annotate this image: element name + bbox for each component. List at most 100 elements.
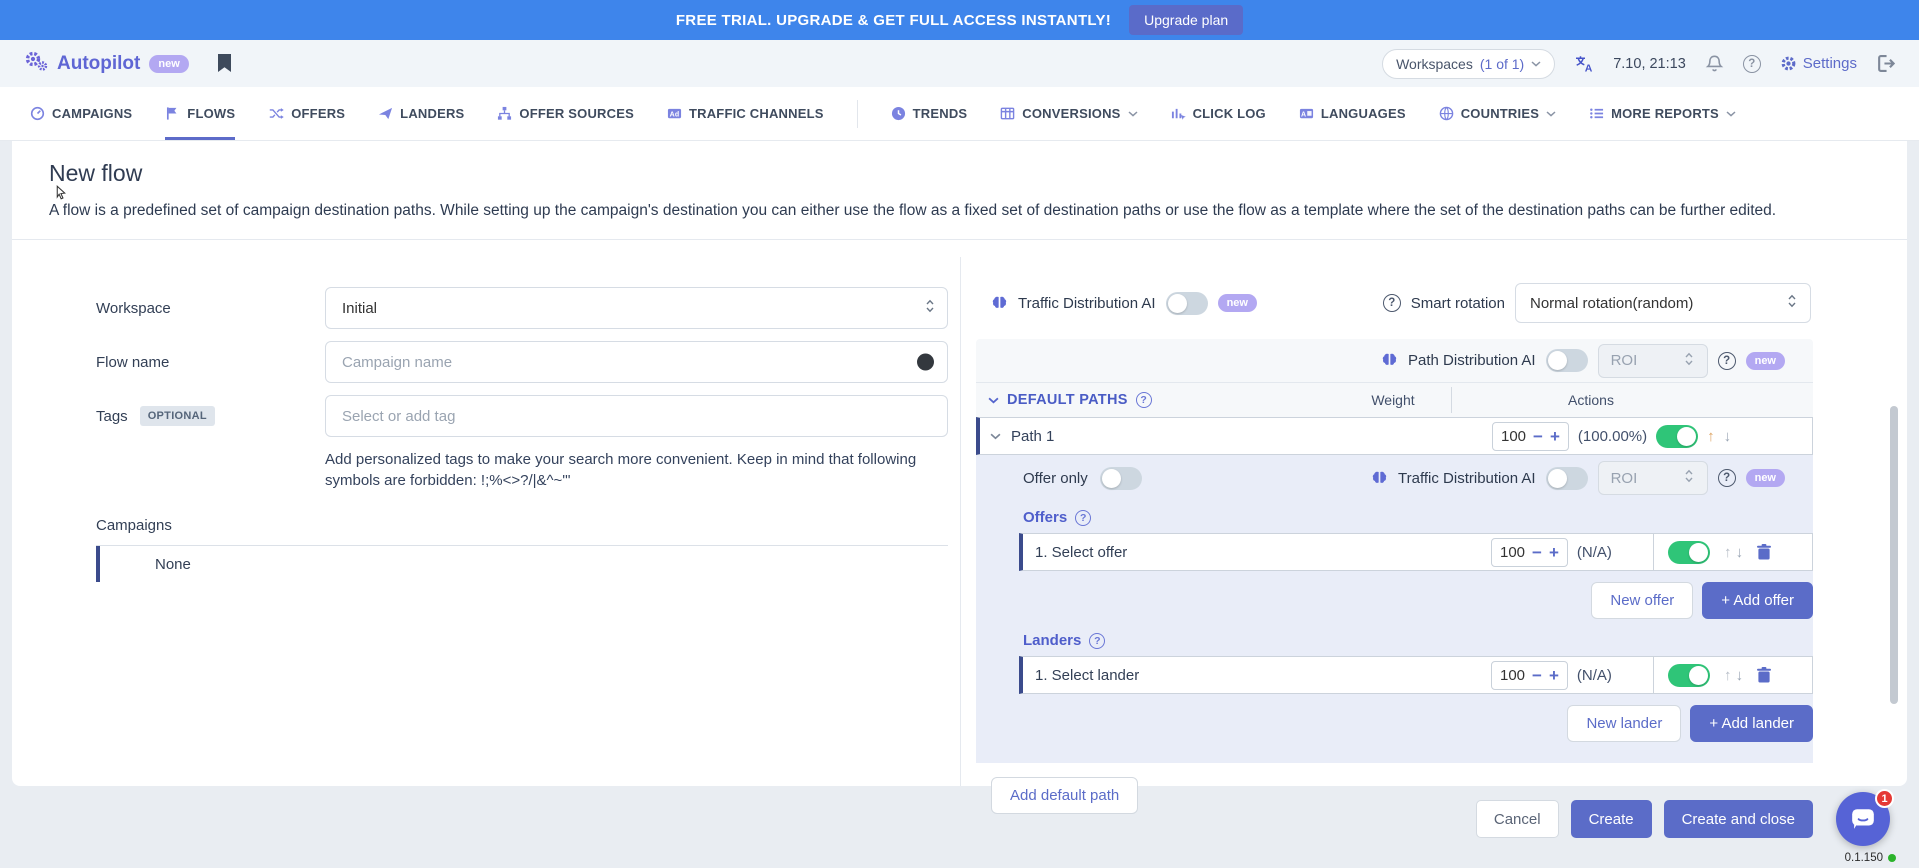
create-button[interactable]: Create (1571, 800, 1652, 838)
weight-plus-button[interactable]: + (1549, 667, 1559, 684)
offer-weight-stepper: 100 − + (1491, 538, 1568, 567)
brand[interactable]: Autopilot new (24, 50, 189, 77)
weight-plus-button[interactable]: + (1550, 428, 1560, 445)
nav-campaigns[interactable]: CAMPAIGNS (30, 87, 132, 140)
weight-column-header: Weight (1348, 392, 1438, 408)
offer-enabled-toggle[interactable] (1668, 541, 1710, 564)
nav-landers[interactable]: LANDERS (378, 87, 464, 140)
default-paths-toggle[interactable]: DEFAULT PATHS ? (988, 392, 1152, 408)
path-ai-roi-select[interactable]: ROI (1598, 344, 1708, 378)
offer-only-toggle[interactable] (1100, 467, 1142, 490)
nav-conversions[interactable]: CONVERSIONS (1000, 87, 1137, 140)
translate-icon[interactable]: A (1574, 54, 1594, 73)
inner-traffic-ai-label: Traffic Distribution AI (1398, 470, 1536, 487)
notifications-bell-icon[interactable] (1705, 54, 1724, 73)
weight-minus-button[interactable]: − (1533, 428, 1543, 445)
nav-trends[interactable]: TRENDS (891, 87, 968, 140)
nav-offer-sources[interactable]: OFFER SOURCES (497, 87, 634, 140)
nav-more-reports[interactable]: MORE REPORTS (1589, 87, 1736, 140)
add-offer-button[interactable]: + Add offer (1702, 582, 1813, 619)
page-head: New flow A flow is a predefined set of c… (12, 141, 1907, 240)
offer-row[interactable]: 1. Select offer 100 − + (N/A) (1019, 533, 1813, 571)
brain-ai-icon (1371, 470, 1388, 487)
help-icon[interactable]: ? (1743, 55, 1761, 73)
workspace-select[interactable]: Initial (325, 287, 948, 329)
select-caret-icon (1684, 469, 1694, 487)
chat-widget-button[interactable]: 1 (1836, 792, 1890, 846)
move-down-arrow[interactable]: ↓ (1724, 428, 1732, 445)
move-down-arrow[interactable]: ↓ (1736, 667, 1744, 684)
move-down-arrow[interactable]: ↓ (1736, 544, 1744, 561)
trash-icon[interactable] (1757, 667, 1771, 683)
row-divider (1653, 534, 1654, 570)
chevron-down-icon (1128, 111, 1138, 117)
brain-ai-icon (991, 295, 1008, 312)
add-lander-button[interactable]: + Add lander (1690, 705, 1813, 742)
vertical-scrollbar[interactable] (1890, 406, 1898, 704)
lander-enabled-toggle[interactable] (1668, 664, 1710, 687)
path-ai-toggle[interactable] (1546, 349, 1588, 372)
footer: Cancel Create Create and close 1 0.1.150 (0, 786, 1919, 868)
offer-select-label[interactable]: 1. Select offer (1035, 544, 1127, 561)
move-up-arrow[interactable]: ↑ (1707, 428, 1715, 445)
offers-help-icon[interactable]: ? (1075, 510, 1091, 526)
flow-color-dot[interactable] (917, 354, 934, 371)
campaigns-value: None (155, 556, 191, 573)
path-weight-value[interactable]: 100 (1501, 428, 1526, 445)
default-paths-help-icon[interactable]: ? (1136, 392, 1152, 408)
chevron-down-icon (1531, 61, 1541, 67)
weight-minus-button[interactable]: − (1532, 544, 1542, 561)
weight-plus-button[interactable]: + (1549, 544, 1559, 561)
weight-minus-button[interactable]: − (1532, 667, 1542, 684)
path-weight-percent: (100.00%) (1578, 428, 1647, 445)
list-icon (1589, 106, 1604, 121)
nav-traffic-channels[interactable]: Ad TRAFFIC CHANNELS (667, 87, 824, 140)
inner-traffic-ai-help-icon[interactable]: ? (1718, 469, 1736, 487)
lander-row[interactable]: 1. Select lander 100 − + (N/A) (1019, 656, 1813, 694)
lander-select-label[interactable]: 1. Select lander (1035, 667, 1139, 684)
paths-panel: Traffic Distribution AI new ? Smart rota… (960, 257, 1897, 786)
upgrade-plan-button[interactable]: Upgrade plan (1129, 5, 1243, 35)
lander-weight-value[interactable]: 100 (1500, 667, 1525, 684)
nav-languages[interactable]: A LANGUAGES (1299, 87, 1406, 140)
flow-name-input[interactable] (342, 354, 931, 371)
optional-badge: OPTIONAL (140, 406, 215, 426)
column-divider (1451, 387, 1452, 413)
campaigns-section: Campaigns None (96, 517, 948, 582)
actions-column-header: Actions (1536, 392, 1646, 408)
logout-icon[interactable] (1876, 54, 1895, 73)
move-up-arrow[interactable]: ↑ (1724, 544, 1732, 561)
cancel-button[interactable]: Cancel (1476, 800, 1559, 838)
offer-weight-value[interactable]: 100 (1500, 544, 1525, 561)
settings-link[interactable]: Settings (1780, 55, 1857, 72)
inner-traffic-ai-toggle[interactable] (1546, 467, 1588, 490)
nav-click-log[interactable]: CLICK LOG (1171, 87, 1266, 140)
create-and-close-button[interactable]: Create and close (1664, 800, 1813, 838)
new-offer-button[interactable]: New offer (1591, 582, 1693, 619)
bookmark-icon[interactable] (217, 54, 232, 73)
nav-flows[interactable]: FLOWS (165, 87, 235, 140)
path-row[interactable]: Path 1 100 − + (100.00%) ↑ ↓ (976, 417, 1813, 455)
clock-icon (891, 106, 906, 121)
nav-offers[interactable]: OFFERS (268, 87, 345, 140)
inner-traffic-ai-new-badge: new (1746, 469, 1785, 487)
smart-rotation-select[interactable]: Normal rotation(random) (1515, 283, 1811, 323)
brand-name: Autopilot (57, 53, 140, 75)
path-enabled-toggle[interactable] (1656, 425, 1698, 448)
smart-rotation-help-icon[interactable]: ? (1383, 294, 1401, 312)
app-root: FREE TRIAL. UPGRADE & GET FULL ACCESS IN… (0, 0, 1919, 868)
promo-banner: FREE TRIAL. UPGRADE & GET FULL ACCESS IN… (0, 0, 1919, 40)
tags-label: Tags (96, 408, 128, 425)
traffic-ai-toggle[interactable] (1166, 292, 1208, 315)
move-up-arrow[interactable]: ↑ (1724, 667, 1732, 684)
path-ai-help-icon[interactable]: ? (1718, 352, 1736, 370)
tags-input[interactable] (342, 408, 931, 425)
nav-countries[interactable]: COUNTRIES (1439, 87, 1556, 140)
inner-roi-select[interactable]: ROI (1598, 461, 1708, 495)
workspaces-selector[interactable]: Workspaces (1 of 1) (1382, 49, 1555, 79)
landers-help-icon[interactable]: ? (1089, 633, 1105, 649)
new-lander-button[interactable]: New lander (1567, 705, 1681, 742)
gears-logo-icon (24, 50, 48, 77)
trash-icon[interactable] (1757, 544, 1771, 560)
path-ai-label: Path Distribution AI (1408, 352, 1536, 369)
